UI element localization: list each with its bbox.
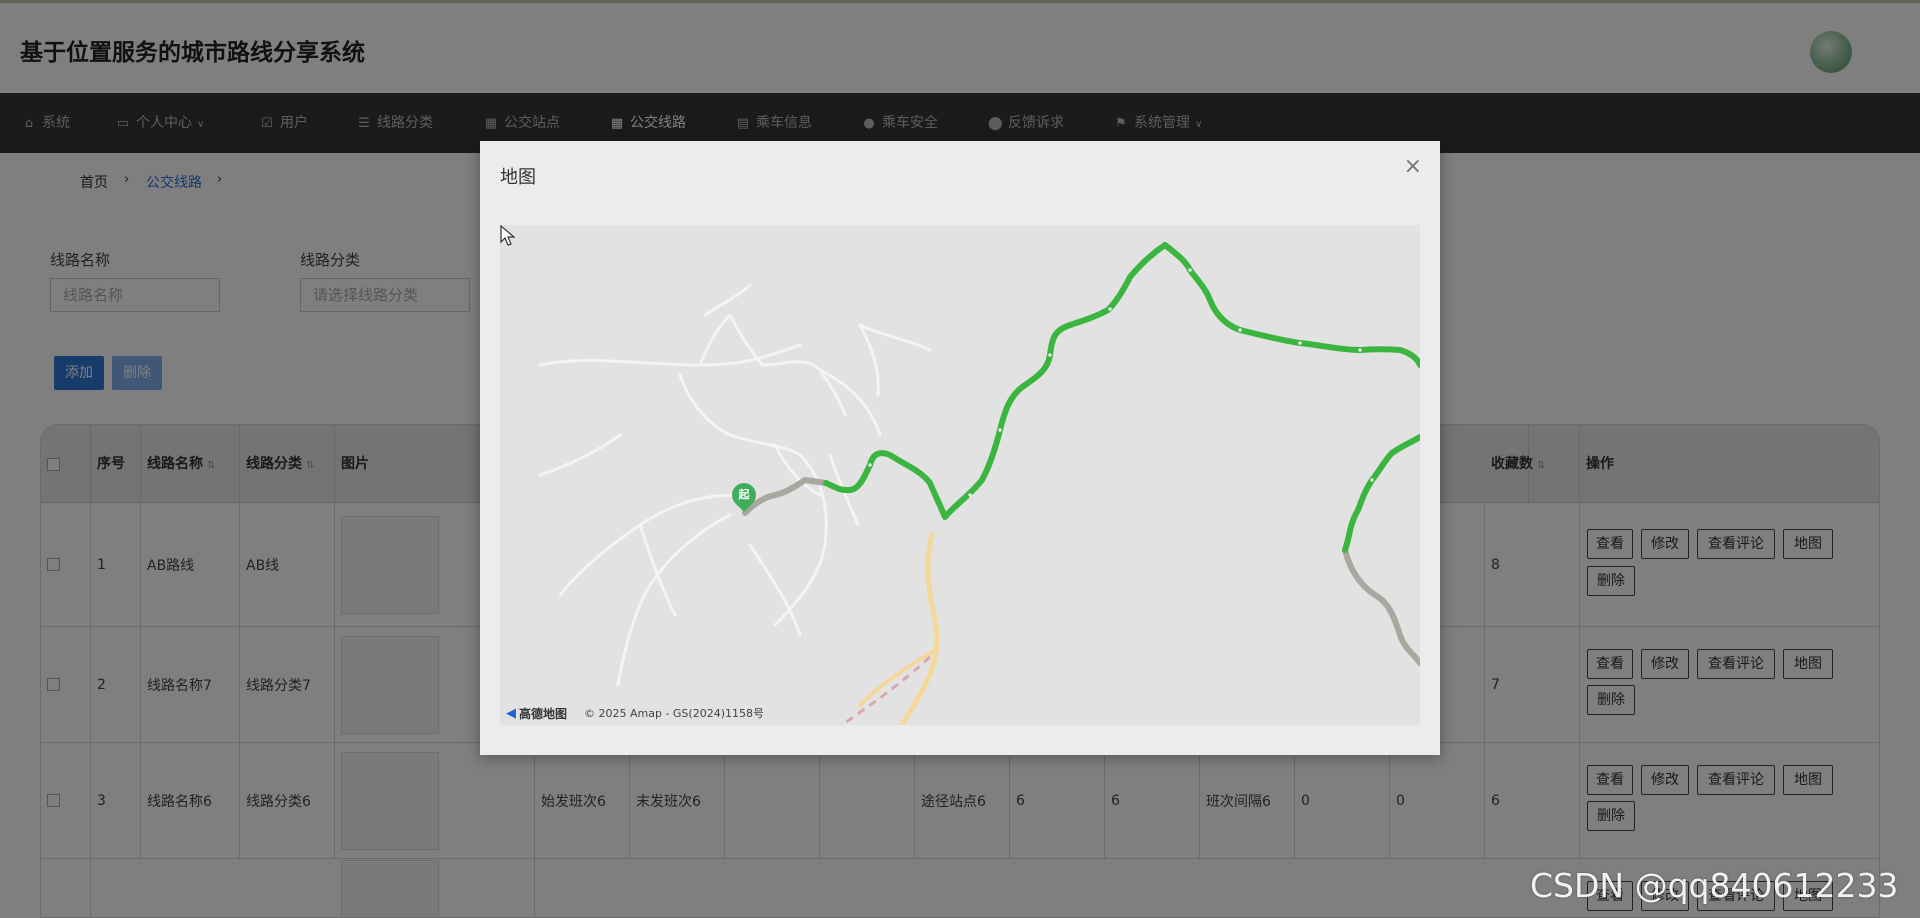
map-canvas	[538, 242, 1420, 725]
bus-route-line	[1342, 434, 1420, 553]
bus-route-line	[823, 242, 1420, 520]
map-copyright: © 2025 Amap - GS(2024)1158号	[584, 707, 764, 720]
rail-line	[839, 653, 934, 725]
walking-segment	[742, 477, 829, 516]
amap-arrow-icon: ◀	[506, 706, 516, 721]
main-road	[898, 532, 940, 725]
start-marker[interactable]: 起	[727, 478, 761, 512]
walking-segment	[1342, 547, 1420, 666]
close-icon[interactable]: ×	[1404, 156, 1422, 178]
route-direction-arrows	[868, 268, 1374, 497]
watermark: CSDN @qq840612233	[1530, 866, 1899, 905]
mouse-cursor-icon	[500, 225, 516, 246]
amap-logo: ◀ 高德地图	[506, 706, 568, 721]
map-dialog: 地图 × 起 ◀ 高德地图 © 2025 Amap - GS(2024)1158…	[480, 141, 1440, 755]
dialog-title: 地图	[500, 167, 536, 188]
map-view[interactable]: 起 ◀ 高德地图 © 2025 Amap - GS(2024)1158号	[500, 225, 1420, 725]
